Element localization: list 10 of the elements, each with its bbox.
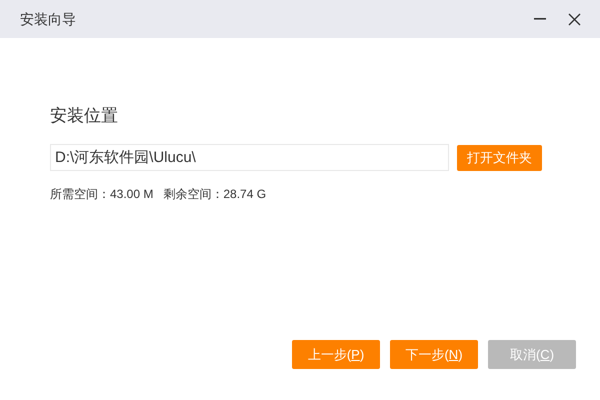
space-info: 剩余空间：28.74 G [163,186,266,203]
section-title: 安装位置 [50,105,118,127]
wizard-button[interactable]: 下一步(N) [390,340,478,369]
window-title: 安装向导 [20,10,77,28]
path-field[interactable]: D:\河东软件园\Ulucu\ [50,144,449,171]
close-icon [568,12,580,26]
wizard-button[interactable]: 上一步(P) [292,340,380,369]
minimize-icon [534,18,546,20]
space-info: 所需空间：43.00 M [50,186,154,203]
open-folder-button[interactable]: 打开文件夹 [457,144,542,170]
